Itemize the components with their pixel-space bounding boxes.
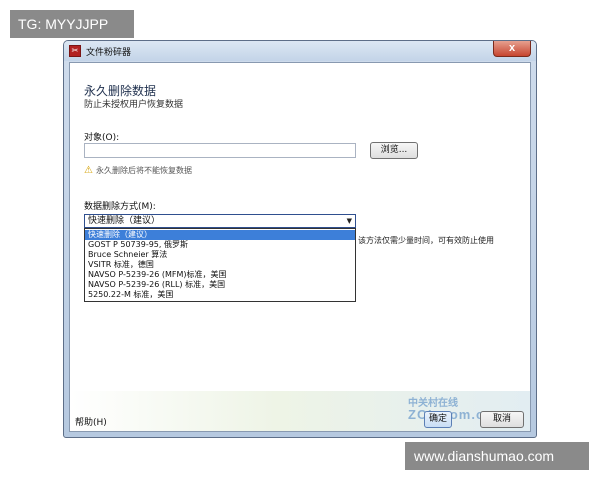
title-bar[interactable]: ✂ 文件粉碎器 x (64, 41, 536, 61)
warning-row: ⚠ 永久删除后将不能恢复数据 (84, 165, 192, 176)
method-option[interactable]: Bruce Schneier 算法 (85, 250, 355, 260)
method-option[interactable]: NAVSO P-5239-26 (RLL) 标准，美国 (85, 280, 355, 290)
page-subheading: 防止未授权用户恢复数据 (84, 100, 184, 110)
shredder-dialog: ✂ 文件粉碎器 x 永久删除数据 防止未授权用户恢复数据 对象(O): 浏览..… (63, 40, 537, 438)
method-select[interactable]: 快速删除（建议） ▼ (84, 214, 356, 228)
method-option[interactable]: 5250.22-M 标准，美国 (85, 290, 355, 300)
window-title: 文件粉碎器 (86, 48, 132, 58)
method-selected-value: 快速删除（建议） (88, 216, 161, 226)
method-description: 该方法仅需少量时间，可有效防止使用 (358, 236, 494, 245)
chevron-down-icon[interactable]: ▼ (347, 215, 352, 227)
dialog-client-area: 永久删除数据 防止未授权用户恢复数据 对象(O): 浏览... ⚠ 永久删除后将不… (69, 62, 531, 432)
browse-button[interactable]: 浏览... (370, 142, 418, 159)
shredder-app-icon: ✂ (69, 45, 81, 57)
method-option[interactable]: VSITR 标准，德国 (85, 260, 355, 270)
watermark-tag-bottom: www.dianshumao.com (405, 442, 589, 470)
target-label: 对象(O): (84, 133, 120, 143)
warning-icon: ⚠ (84, 165, 93, 176)
method-option[interactable]: 快速删除（建议） (85, 230, 355, 240)
ok-button[interactable]: 确定 (424, 411, 452, 428)
cancel-button[interactable]: 取消 (480, 411, 524, 428)
warning-text: 永久删除后将不能恢复数据 (95, 166, 192, 175)
method-dropdown-list: 快速删除（建议） GOST P 50739-95, 俄罗斯 Bruce Schn… (84, 228, 356, 302)
close-button[interactable]: x (493, 41, 531, 57)
method-label: 数据删除方式(M): (84, 202, 156, 212)
method-option[interactable]: GOST P 50739-95, 俄罗斯 (85, 240, 355, 250)
help-link[interactable]: 帮助(H) (75, 415, 107, 428)
watermark-tag-top: TG: MYYJJPP (10, 10, 134, 38)
method-option[interactable]: NAVSO P-5239-26 (MFM)标准，美国 (85, 270, 355, 280)
target-path-input[interactable] (84, 143, 356, 158)
